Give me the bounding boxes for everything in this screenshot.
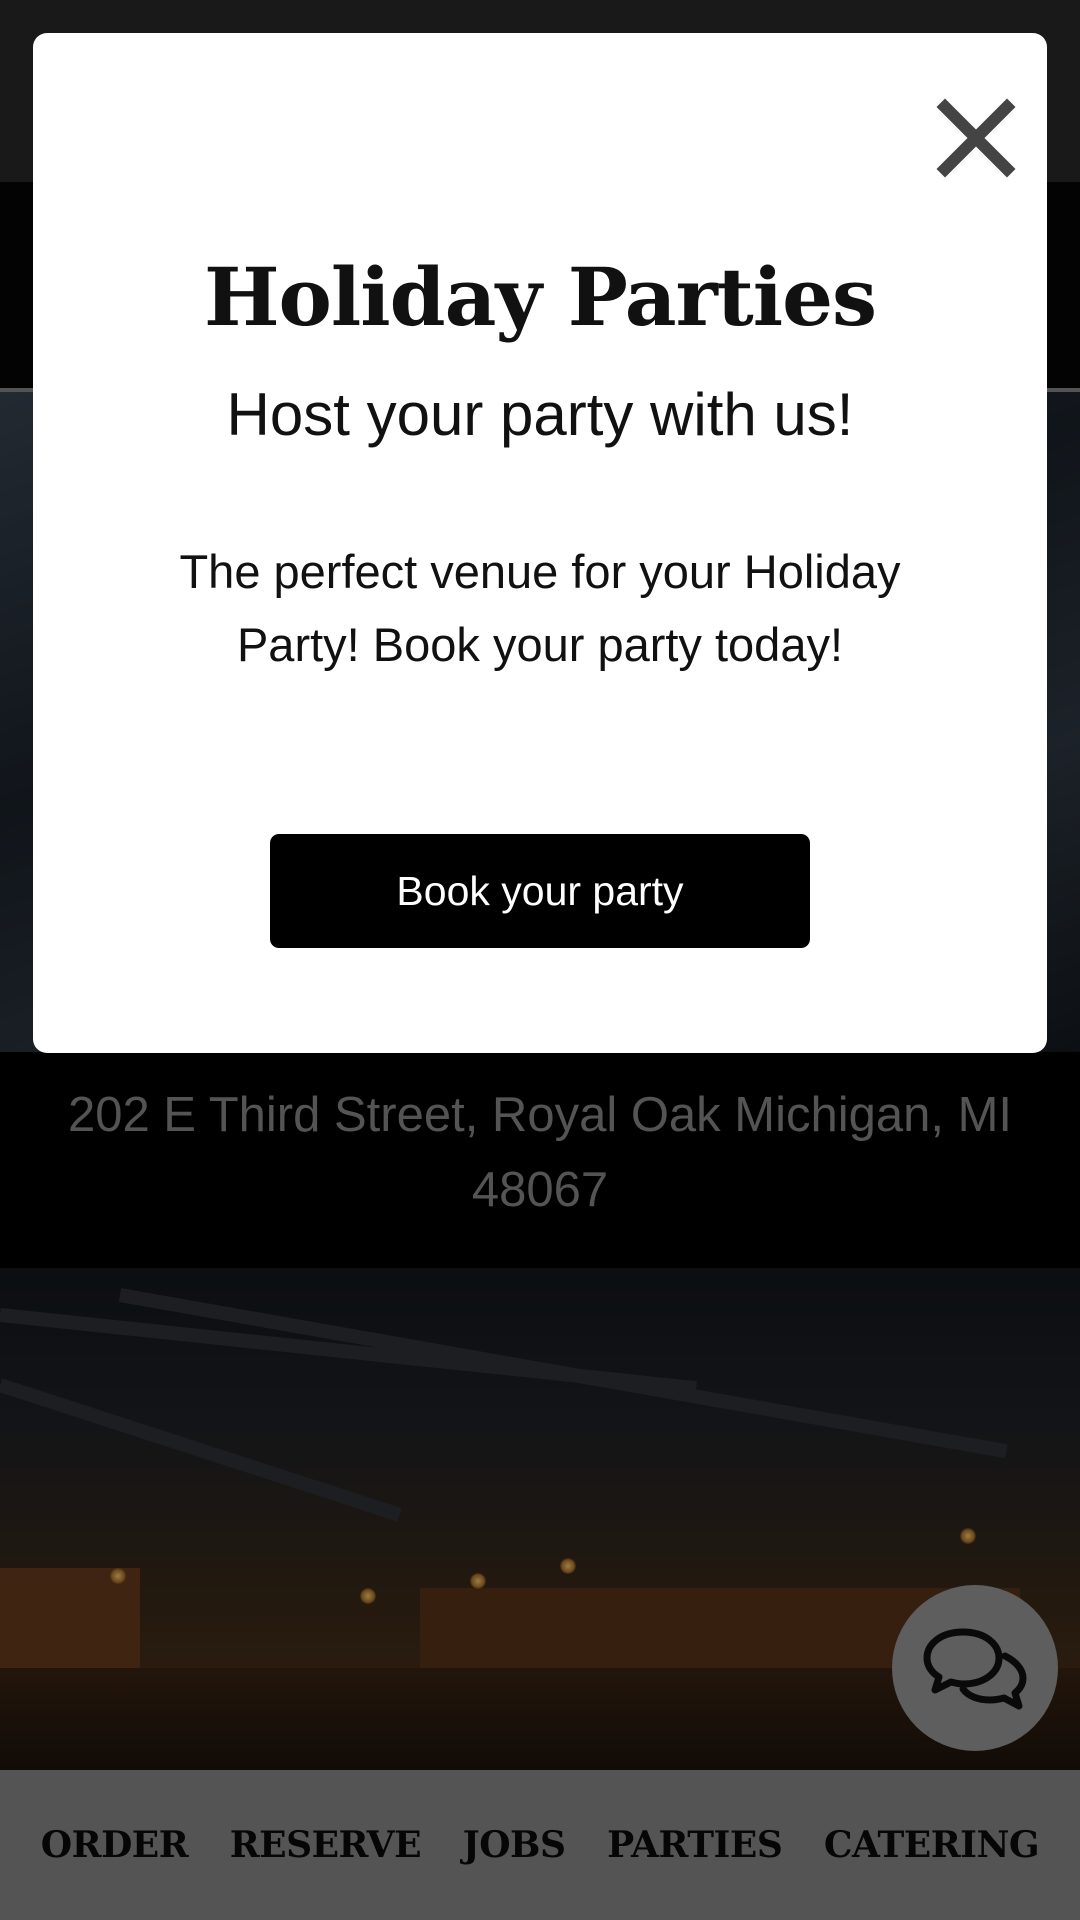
modal-subtitle: Host your party with us! xyxy=(226,381,854,448)
close-button[interactable] xyxy=(933,95,1019,181)
book-party-button[interactable]: Book your party xyxy=(270,834,810,948)
modal-body-text: The perfect venue for your Holiday Party… xyxy=(179,545,901,671)
modal-title: Holiday Parties xyxy=(203,250,877,344)
close-icon xyxy=(936,98,1016,178)
